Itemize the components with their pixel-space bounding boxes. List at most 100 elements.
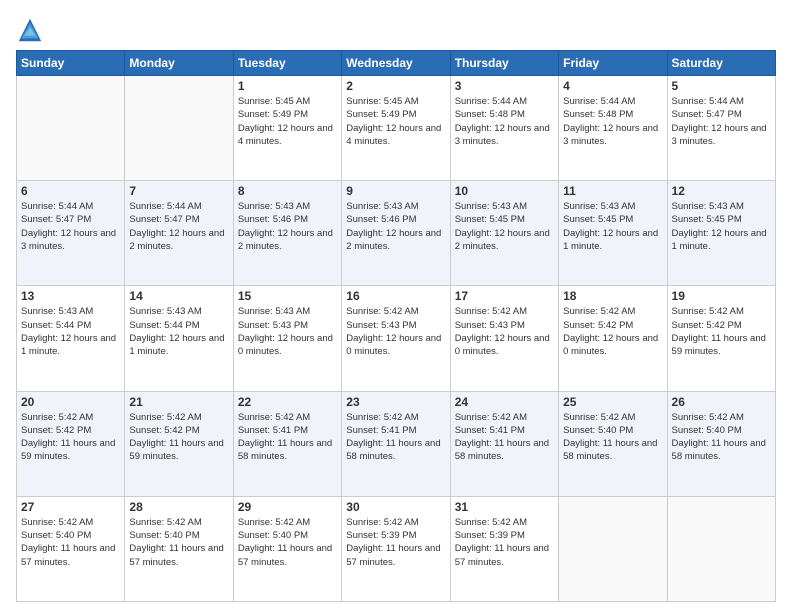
calendar-header-tuesday: Tuesday — [233, 51, 341, 76]
day-info: Sunrise: 5:44 AM Sunset: 5:47 PM Dayligh… — [672, 95, 771, 148]
day-number: 15 — [238, 289, 337, 303]
calendar-cell: 23 Sunrise: 5:42 AM Sunset: 5:41 PM Dayli… — [342, 391, 450, 496]
day-number: 20 — [21, 395, 120, 409]
day-info: Sunrise: 5:42 AM Sunset: 5:40 PM Dayligh… — [563, 411, 662, 464]
calendar-cell: 28 Sunrise: 5:42 AM Sunset: 5:40 PM Dayli… — [125, 496, 233, 601]
day-info: Sunrise: 5:44 AM Sunset: 5:48 PM Dayligh… — [563, 95, 662, 148]
day-number: 1 — [238, 79, 337, 93]
calendar-cell: 6Sunrise: 5:44 AM Sunset: 5:47 PM Daylig… — [17, 181, 125, 286]
day-info: Sunrise: 5:42 AM Sunset: 5:42 PM Dayligh… — [563, 305, 662, 358]
calendar-cell: 4Sunrise: 5:44 AM Sunset: 5:48 PM Daylig… — [559, 76, 667, 181]
day-info: Sunrise: 5:42 AM Sunset: 5:41 PM Dayligh… — [455, 411, 554, 464]
day-info: Sunrise: 5:45 AM Sunset: 5:49 PM Dayligh… — [346, 95, 445, 148]
calendar-cell: 2 Sunrise: 5:45 AM Sunset: 5:49 PM Daylig… — [342, 76, 450, 181]
day-info: Sunrise: 5:43 AM Sunset: 5:46 PM Dayligh… — [346, 200, 445, 253]
day-number: 11 — [563, 184, 662, 198]
day-number: 26 — [672, 395, 771, 409]
day-info: Sunrise: 5:44 AM Sunset: 5:47 PM Dayligh… — [129, 200, 228, 253]
day-number: 29 — [238, 500, 337, 514]
day-info: Sunrise: 5:42 AM Sunset: 5:42 PM Dayligh… — [21, 411, 120, 464]
calendar-cell: 14 Sunrise: 5:43 AM Sunset: 5:44 PM Dayli… — [125, 286, 233, 391]
day-info: Sunrise: 5:43 AM Sunset: 5:45 PM Dayligh… — [563, 200, 662, 253]
day-info: Sunrise: 5:45 AM Sunset: 5:49 PM Dayligh… — [238, 95, 337, 148]
day-number: 14 — [129, 289, 228, 303]
calendar-cell: 29 Sunrise: 5:42 AM Sunset: 5:40 PM Dayli… — [233, 496, 341, 601]
calendar-cell: 18 Sunrise: 5:42 AM Sunset: 5:42 PM Dayli… — [559, 286, 667, 391]
calendar-header-thursday: Thursday — [450, 51, 558, 76]
logo-icon — [16, 16, 44, 44]
calendar-header-friday: Friday — [559, 51, 667, 76]
day-number: 12 — [672, 184, 771, 198]
calendar-cell — [559, 496, 667, 601]
day-info: Sunrise: 5:42 AM Sunset: 5:42 PM Dayligh… — [129, 411, 228, 464]
calendar-week-row: 27 Sunrise: 5:42 AM Sunset: 5:40 PM Dayli… — [17, 496, 776, 601]
day-info: Sunrise: 5:43 AM Sunset: 5:45 PM Dayligh… — [672, 200, 771, 253]
calendar-cell: 9 Sunrise: 5:43 AM Sunset: 5:46 PM Daylig… — [342, 181, 450, 286]
day-number: 28 — [129, 500, 228, 514]
day-number: 5 — [672, 79, 771, 93]
day-info: Sunrise: 5:43 AM Sunset: 5:45 PM Dayligh… — [455, 200, 554, 253]
calendar-cell: 26 Sunrise: 5:42 AM Sunset: 5:40 PM Dayli… — [667, 391, 775, 496]
calendar-table: SundayMondayTuesdayWednesdayThursdayFrid… — [16, 50, 776, 602]
calendar-cell: 10 Sunrise: 5:43 AM Sunset: 5:45 PM Dayli… — [450, 181, 558, 286]
day-info: Sunrise: 5:42 AM Sunset: 5:40 PM Dayligh… — [238, 516, 337, 569]
day-info: Sunrise: 5:42 AM Sunset: 5:43 PM Dayligh… — [455, 305, 554, 358]
day-number: 8 — [238, 184, 337, 198]
day-number: 13 — [21, 289, 120, 303]
calendar-cell: 24 Sunrise: 5:42 AM Sunset: 5:41 PM Dayli… — [450, 391, 558, 496]
day-info: Sunrise: 5:43 AM Sunset: 5:44 PM Dayligh… — [21, 305, 120, 358]
calendar-cell: 27 Sunrise: 5:42 AM Sunset: 5:40 PM Dayli… — [17, 496, 125, 601]
day-number: 19 — [672, 289, 771, 303]
calendar-header-row: SundayMondayTuesdayWednesdayThursdayFrid… — [17, 51, 776, 76]
calendar-header-sunday: Sunday — [17, 51, 125, 76]
day-info: Sunrise: 5:43 AM Sunset: 5:43 PM Dayligh… — [238, 305, 337, 358]
day-info: Sunrise: 5:44 AM Sunset: 5:47 PM Dayligh… — [21, 200, 120, 253]
calendar-cell — [125, 76, 233, 181]
calendar-cell: 13 Sunrise: 5:43 AM Sunset: 5:44 PM Dayli… — [17, 286, 125, 391]
day-number: 17 — [455, 289, 554, 303]
calendar-cell: 31Sunrise: 5:42 AM Sunset: 5:39 PM Dayli… — [450, 496, 558, 601]
day-number: 22 — [238, 395, 337, 409]
day-number: 27 — [21, 500, 120, 514]
day-info: Sunrise: 5:43 AM Sunset: 5:46 PM Dayligh… — [238, 200, 337, 253]
day-number: 10 — [455, 184, 554, 198]
day-number: 9 — [346, 184, 445, 198]
day-info: Sunrise: 5:44 AM Sunset: 5:48 PM Dayligh… — [455, 95, 554, 148]
calendar-week-row: 1 Sunrise: 5:45 AM Sunset: 5:49 PM Daylig… — [17, 76, 776, 181]
logo — [16, 16, 46, 44]
calendar-week-row: 6Sunrise: 5:44 AM Sunset: 5:47 PM Daylig… — [17, 181, 776, 286]
header — [16, 12, 776, 44]
calendar-cell: 15 Sunrise: 5:43 AM Sunset: 5:43 PM Dayli… — [233, 286, 341, 391]
day-number: 24 — [455, 395, 554, 409]
day-info: Sunrise: 5:42 AM Sunset: 5:41 PM Dayligh… — [346, 411, 445, 464]
calendar-week-row: 13 Sunrise: 5:43 AM Sunset: 5:44 PM Dayli… — [17, 286, 776, 391]
day-info: Sunrise: 5:43 AM Sunset: 5:44 PM Dayligh… — [129, 305, 228, 358]
day-info: Sunrise: 5:42 AM Sunset: 5:42 PM Dayligh… — [672, 305, 771, 358]
calendar-cell: 5 Sunrise: 5:44 AM Sunset: 5:47 PM Daylig… — [667, 76, 775, 181]
day-number: 2 — [346, 79, 445, 93]
day-info: Sunrise: 5:42 AM Sunset: 5:40 PM Dayligh… — [129, 516, 228, 569]
day-number: 25 — [563, 395, 662, 409]
calendar-cell: 30Sunrise: 5:42 AM Sunset: 5:39 PM Dayli… — [342, 496, 450, 601]
day-number: 7 — [129, 184, 228, 198]
day-number: 3 — [455, 79, 554, 93]
day-info: Sunrise: 5:42 AM Sunset: 5:43 PM Dayligh… — [346, 305, 445, 358]
calendar-cell: 1 Sunrise: 5:45 AM Sunset: 5:49 PM Daylig… — [233, 76, 341, 181]
day-info: Sunrise: 5:42 AM Sunset: 5:40 PM Dayligh… — [672, 411, 771, 464]
calendar-cell: 22Sunrise: 5:42 AM Sunset: 5:41 PM Dayli… — [233, 391, 341, 496]
calendar-cell — [667, 496, 775, 601]
day-info: Sunrise: 5:42 AM Sunset: 5:40 PM Dayligh… — [21, 516, 120, 569]
calendar-cell: 12 Sunrise: 5:43 AM Sunset: 5:45 PM Dayli… — [667, 181, 775, 286]
calendar-cell: 19 Sunrise: 5:42 AM Sunset: 5:42 PM Dayli… — [667, 286, 775, 391]
calendar-week-row: 20 Sunrise: 5:42 AM Sunset: 5:42 PM Dayli… — [17, 391, 776, 496]
calendar-header-wednesday: Wednesday — [342, 51, 450, 76]
day-number: 30 — [346, 500, 445, 514]
day-number: 18 — [563, 289, 662, 303]
calendar-cell: 11 Sunrise: 5:43 AM Sunset: 5:45 PM Dayli… — [559, 181, 667, 286]
calendar-cell: 3 Sunrise: 5:44 AM Sunset: 5:48 PM Daylig… — [450, 76, 558, 181]
day-info: Sunrise: 5:42 AM Sunset: 5:39 PM Dayligh… — [455, 516, 554, 569]
calendar-header-saturday: Saturday — [667, 51, 775, 76]
day-number: 23 — [346, 395, 445, 409]
calendar-cell: 20 Sunrise: 5:42 AM Sunset: 5:42 PM Dayli… — [17, 391, 125, 496]
day-number: 16 — [346, 289, 445, 303]
